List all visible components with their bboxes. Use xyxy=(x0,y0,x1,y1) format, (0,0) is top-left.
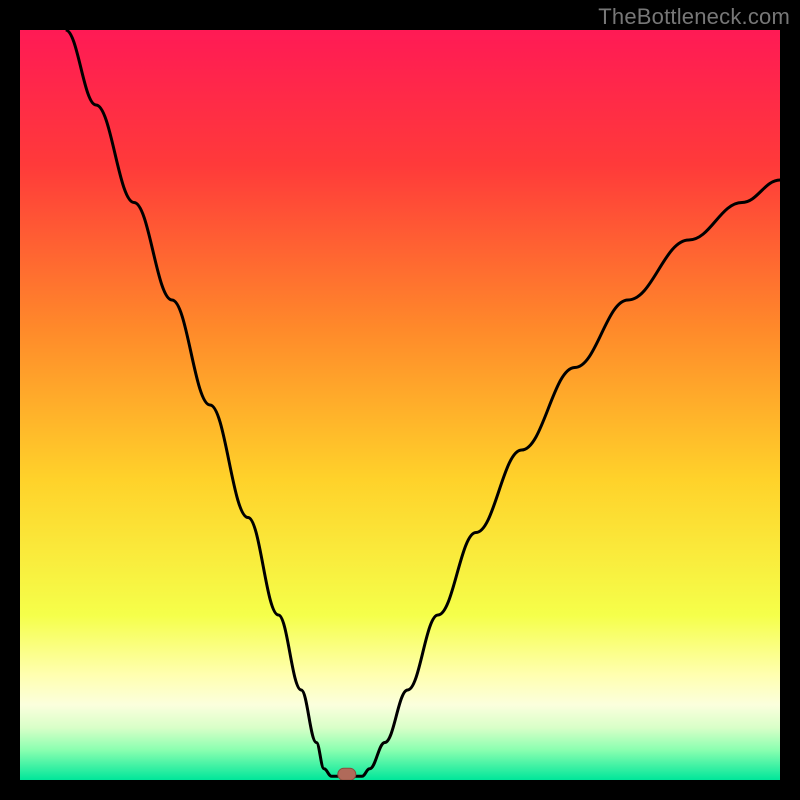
minimum-marker-icon xyxy=(338,768,356,780)
bottleneck-chart xyxy=(20,30,780,780)
watermark-text: TheBottleneck.com xyxy=(598,4,790,30)
gradient-background xyxy=(20,30,780,780)
chart-frame: TheBottleneck.com xyxy=(0,0,800,800)
plot-area xyxy=(20,30,780,780)
